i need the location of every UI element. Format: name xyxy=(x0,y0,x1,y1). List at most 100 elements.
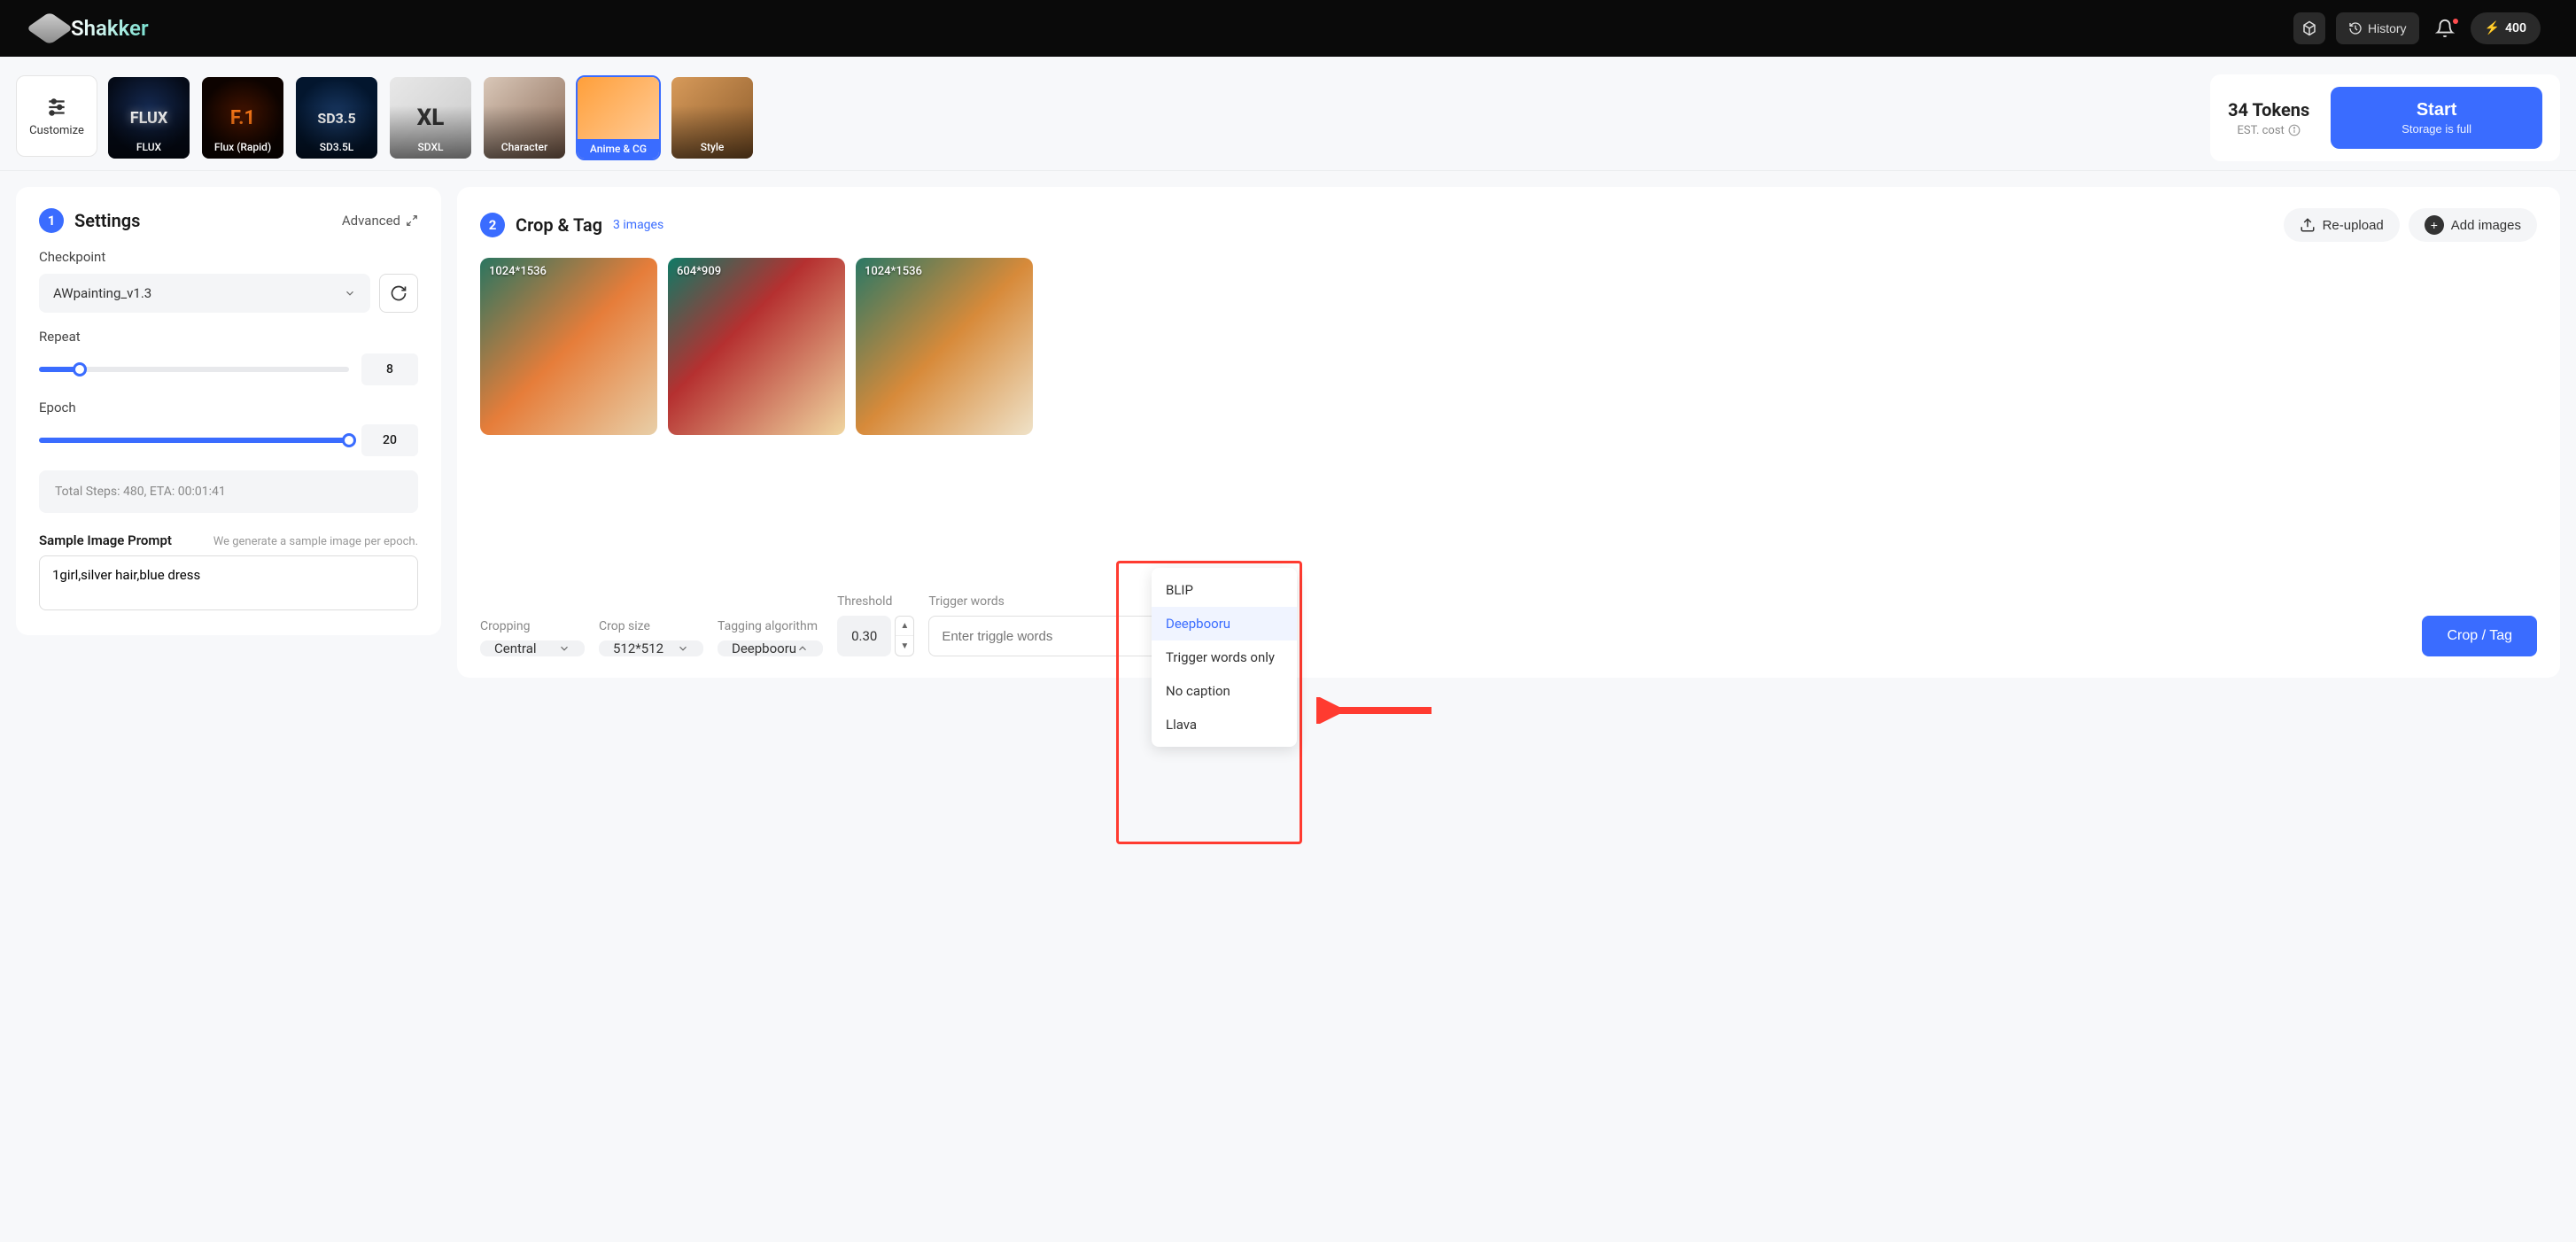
main-area: 1 Settings Advanced Checkpoint AWpaintin… xyxy=(0,171,2576,694)
category-sdxl[interactable]: XLSDXL xyxy=(388,75,473,160)
prompt-input[interactable] xyxy=(39,555,418,610)
crop-tag-button[interactable]: Crop / Tag xyxy=(2422,616,2537,656)
header-actions: History ⚡ 400 xyxy=(2293,12,2541,44)
token-count: 34 Tokens xyxy=(2228,99,2309,120)
history-button[interactable]: History xyxy=(2336,12,2419,44)
category-label: Style xyxy=(671,105,753,159)
category-label: FLUX xyxy=(108,105,190,159)
plus-icon: + xyxy=(2425,215,2444,235)
thresh-up[interactable]: ▲ xyxy=(896,617,913,636)
repeat-label: Repeat xyxy=(39,329,418,345)
epoch-value: 20 xyxy=(361,424,418,456)
category-style[interactable]: Style xyxy=(670,75,755,160)
history-icon xyxy=(2348,21,2363,35)
checkpoint-select[interactable]: AWpainting_v1.3 xyxy=(39,274,370,313)
bell-icon xyxy=(2435,19,2455,38)
logo[interactable]: Shakker xyxy=(35,14,149,43)
start-button[interactable]: Start Storage is full xyxy=(2331,87,2542,149)
start-panel: 34 Tokens EST. cost Start Storage is ful… xyxy=(2210,74,2560,161)
category-flux[interactable]: FLUXFLUX xyxy=(106,75,191,160)
checkpoint-label: Checkpoint xyxy=(39,249,418,265)
credits-badge[interactable]: ⚡ 400 xyxy=(2471,12,2541,44)
customize-button[interactable]: Customize xyxy=(16,75,97,157)
dropdown-option[interactable]: No caption xyxy=(1152,674,1297,708)
history-label: History xyxy=(2368,21,2407,35)
image-dimensions: 1024*1536 xyxy=(489,265,547,278)
category-label: SD3.5L xyxy=(296,105,377,159)
annotation-arrow xyxy=(1316,697,1440,724)
notification-bell[interactable] xyxy=(2430,19,2460,38)
upload-icon xyxy=(2300,217,2316,233)
token-info: 34 Tokens EST. cost xyxy=(2228,99,2309,137)
category-label: SDXL xyxy=(390,105,471,159)
start-subtitle: Storage is full xyxy=(2401,122,2471,136)
refresh-icon xyxy=(390,284,407,302)
crop-title: 2 Crop & Tag xyxy=(480,213,602,237)
step-badge-1: 1 xyxy=(39,208,64,233)
est-cost: EST. cost xyxy=(2228,124,2309,137)
category-label: Anime & CG xyxy=(578,139,659,159)
category-sd3-5l[interactable]: SD3.5SD3.5L xyxy=(294,75,379,160)
customize-label: Customize xyxy=(29,124,84,137)
dropdown-option[interactable]: BLIP xyxy=(1152,573,1297,607)
trigger-label: Trigger words xyxy=(928,594,2408,609)
sliders-icon xyxy=(45,96,68,119)
logo-text: Shakker xyxy=(71,16,149,41)
crop-controls: Cropping Central Crop size 512*512 Taggi… xyxy=(480,594,2537,656)
chevron-down-icon xyxy=(677,642,689,655)
thresh-value[interactable]: 0.30 xyxy=(837,616,891,656)
chevron-down-icon xyxy=(344,287,356,299)
cropping-select[interactable]: Central xyxy=(480,640,585,656)
category-label: Flux (Rapid) xyxy=(202,105,283,159)
category-character[interactable]: Character xyxy=(482,75,567,160)
settings-title: 1 Settings xyxy=(39,208,140,233)
cube-button[interactable] xyxy=(2293,12,2325,44)
repeat-value: 8 xyxy=(361,353,418,385)
algo-select[interactable]: Deepbooru xyxy=(718,640,823,656)
epoch-slider[interactable] xyxy=(39,438,349,443)
chevron-down-icon xyxy=(558,642,570,655)
settings-panel: 1 Settings Advanced Checkpoint AWpaintin… xyxy=(16,187,441,635)
cropsize-select[interactable]: 512*512 xyxy=(599,640,703,656)
prompt-hint: We generate a sample image per epoch. xyxy=(213,535,418,548)
chevron-up-icon xyxy=(796,642,809,655)
reupload-button[interactable]: Re-upload xyxy=(2284,208,2400,242)
tagging-dropdown: BLIPDeepbooruTrigger words onlyNo captio… xyxy=(1152,568,1297,747)
category-bar: Customize FLUXFLUXF.1Flux (Rapid)SD3.5SD… xyxy=(0,57,2576,171)
step-badge-2: 2 xyxy=(480,213,505,237)
thresh-down[interactable]: ▼ xyxy=(896,636,913,656)
dropdown-option[interactable]: Llava xyxy=(1152,708,1297,741)
cropping-label: Cropping xyxy=(480,619,585,633)
image-card[interactable]: 1024*1536 xyxy=(480,258,657,435)
start-title: Start xyxy=(2417,100,2457,120)
bolt-icon: ⚡ xyxy=(2485,21,2500,35)
credits-value: 400 xyxy=(2505,21,2526,35)
repeat-slider[interactable] xyxy=(39,367,349,372)
epoch-label: Epoch xyxy=(39,400,418,415)
image-dimensions: 1024*1536 xyxy=(865,265,922,278)
category-label: Character xyxy=(484,105,565,159)
thresh-label: Threshold xyxy=(837,594,914,609)
image-count: 3 images xyxy=(613,218,663,232)
image-grid: 1024*1536 604*909 1024*1536 xyxy=(480,258,2537,435)
training-info: Total Steps: 480, ETA: 00:01:41 xyxy=(39,470,418,513)
cropsize-label: Crop size xyxy=(599,619,703,633)
add-images-button[interactable]: + Add images xyxy=(2409,208,2537,242)
app-header: Shakker History ⚡ 400 xyxy=(0,0,2576,57)
refresh-button[interactable] xyxy=(379,274,418,313)
crop-tag-panel: 2 Crop & Tag 3 images Re-upload + Add im… xyxy=(457,187,2560,678)
logo-icon xyxy=(26,12,73,44)
info-icon[interactable] xyxy=(2288,124,2301,136)
image-card[interactable]: 604*909 xyxy=(668,258,845,435)
image-card[interactable]: 1024*1536 xyxy=(856,258,1033,435)
dropdown-option[interactable]: Deepbooru xyxy=(1152,607,1297,640)
category-anime-cg[interactable]: Anime & CG xyxy=(576,75,661,160)
prompt-title: Sample Image Prompt xyxy=(39,532,172,548)
image-dimensions: 604*909 xyxy=(677,265,721,278)
algo-label: Tagging algorithm xyxy=(718,619,823,633)
thresh-spinner: ▲ ▼ xyxy=(895,616,914,656)
expand-icon xyxy=(406,214,418,227)
category-flux-rapid-[interactable]: F.1Flux (Rapid) xyxy=(200,75,285,160)
advanced-toggle[interactable]: Advanced xyxy=(342,213,418,229)
dropdown-option[interactable]: Trigger words only xyxy=(1152,640,1297,674)
